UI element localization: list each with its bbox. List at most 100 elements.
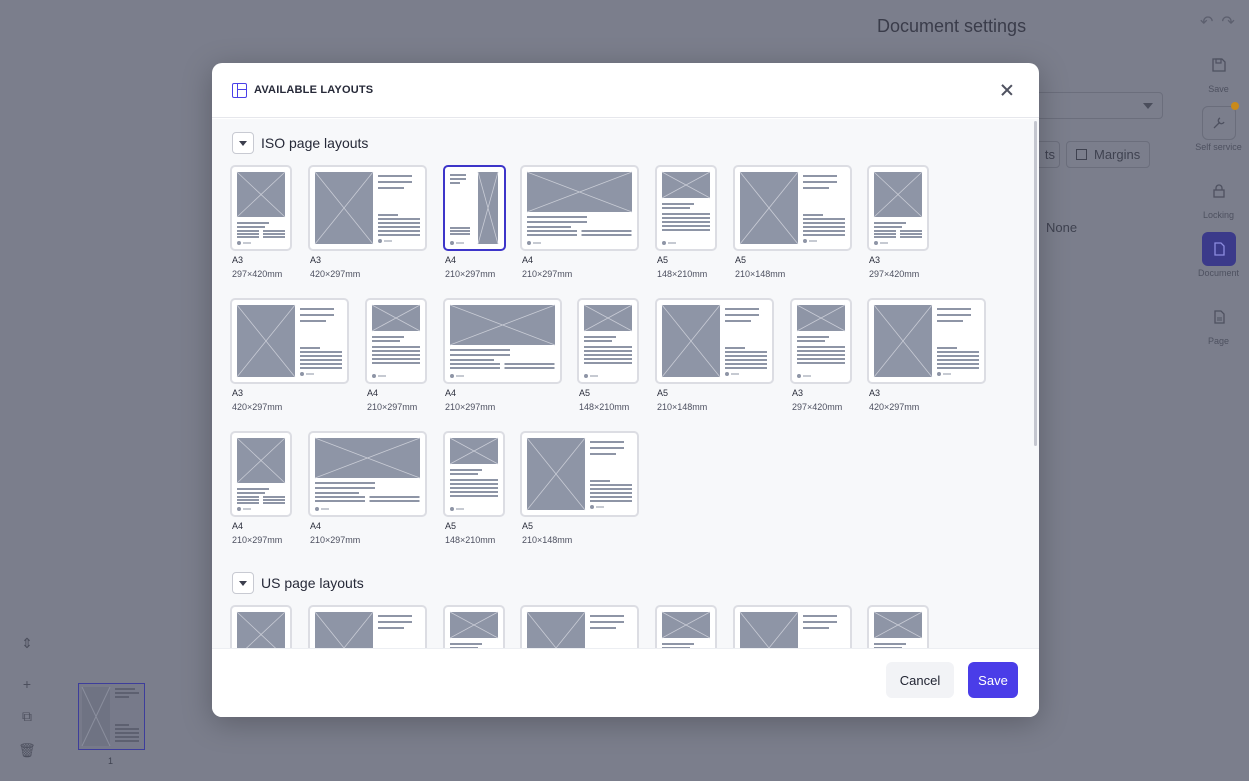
layout-preview[interactable] [443, 165, 506, 251]
iso-section-header: ISO page layouts [232, 132, 368, 154]
us-collapse-caret-icon[interactable] [232, 572, 254, 594]
layout-preview[interactable] [520, 431, 639, 517]
layout-select[interactable] [1030, 92, 1163, 119]
layout-name: A4 [310, 521, 322, 531]
rail-save[interactable]: Save [1188, 48, 1249, 94]
layout-preview[interactable] [733, 605, 852, 648]
layout-preview[interactable] [443, 298, 562, 384]
layout-preview[interactable] [867, 298, 986, 384]
chevron-down-icon [1143, 103, 1153, 109]
margins-label: Margins [1094, 147, 1141, 162]
rail-page-label: Page [1207, 336, 1230, 346]
layout-name: A5 [735, 255, 747, 265]
iso-collapse-caret-icon[interactable] [232, 132, 254, 154]
layout-size: 210×148mm [735, 269, 786, 279]
rail-locking-label: Locking [1202, 210, 1235, 220]
layout-size: 148×210mm [579, 402, 630, 412]
layout-size: 148×210mm [445, 535, 496, 545]
layout-preview[interactable] [443, 605, 505, 648]
rail-page[interactable]: Page [1188, 300, 1249, 346]
layout-preview[interactable] [308, 165, 427, 251]
document-icon [1201, 232, 1236, 266]
us-section-header: US page layouts [232, 572, 364, 594]
layout-preview[interactable] [655, 605, 717, 648]
rail-locking[interactable]: Locking [1188, 174, 1249, 220]
layout-preview[interactable] [867, 165, 929, 251]
available-layouts-dialog: AVAILABLE LAYOUTS ISO page layouts US pa… [212, 63, 1039, 717]
layout-name: A4 [232, 521, 244, 531]
cancel-button[interactable]: Cancel [886, 662, 954, 698]
layout-size: 210×148mm [657, 402, 708, 412]
layout-name: A3 [232, 388, 244, 398]
rail-self-service[interactable]: Self service [1188, 106, 1249, 152]
rail-document-label: Document [1197, 268, 1240, 278]
layout-name: A5 [657, 388, 669, 398]
dialog-footer: Cancel Save [212, 648, 1039, 717]
none-option[interactable]: None [1016, 220, 1078, 235]
redo-icon[interactable]: ↷ [1221, 12, 1234, 32]
layout-preview[interactable] [655, 298, 774, 384]
split-icon[interactable]: ⇕ [15, 634, 39, 652]
layouts-list[interactable]: ISO page layouts US page layouts A3 297×4… [212, 119, 1039, 648]
layout-name: A4 [522, 255, 534, 265]
layout-size: 297×420mm [792, 402, 843, 412]
page-number: 1 [108, 756, 114, 766]
layout-name: A5 [522, 521, 534, 531]
layout-preview[interactable] [230, 431, 292, 517]
layout-name: A5 [445, 521, 457, 531]
duplicate-icon[interactable]: ⧉ [15, 707, 39, 725]
rail-save-label: Save [1208, 84, 1229, 94]
layout-preview[interactable] [230, 605, 292, 648]
layout-preview[interactable] [308, 605, 427, 648]
margins-icon [1076, 149, 1087, 160]
layout-size: 148×210mm [657, 269, 708, 279]
add-page-icon[interactable]: + [15, 675, 39, 693]
page-thumbnail[interactable] [78, 683, 145, 750]
layout-preview[interactable] [520, 165, 639, 251]
layout-name: A3 [310, 255, 322, 265]
iso-section-title: ISO page layouts [261, 135, 369, 151]
layout-preview[interactable] [790, 298, 852, 384]
layout-preview[interactable] [230, 298, 349, 384]
layout-size: 420×297mm [310, 269, 361, 279]
lock-icon [1202, 174, 1236, 208]
layout-preview[interactable] [365, 298, 427, 384]
layout-size: 210×297mm [232, 535, 283, 545]
layout-size: 420×297mm [869, 402, 920, 412]
rail-self-service-label: Self service [1195, 142, 1242, 152]
wrench-icon [1201, 106, 1236, 140]
save-button[interactable]: Save [968, 662, 1018, 698]
us-section-title: US page layouts [261, 575, 364, 591]
layout-name: A3 [232, 255, 244, 265]
layout-name: A5 [579, 388, 591, 398]
layout-preview[interactable] [308, 431, 427, 517]
layout-preview[interactable] [230, 165, 292, 251]
layout-preview[interactable] [520, 605, 639, 648]
layout-size: 210×297mm [310, 535, 361, 545]
layout-preview[interactable] [443, 431, 505, 517]
layout-preview[interactable] [577, 298, 639, 384]
close-icon[interactable] [997, 80, 1017, 100]
layout-name: A5 [657, 255, 669, 265]
layout-preview[interactable] [867, 605, 929, 648]
layout-size: 210×297mm [367, 402, 418, 412]
dialog-header: AVAILABLE LAYOUTS [212, 63, 1039, 118]
scrollbar[interactable] [1034, 121, 1037, 446]
layout-size: 210×297mm [522, 269, 573, 279]
layout-size: 420×297mm [232, 402, 283, 412]
notification-dot [1231, 102, 1239, 110]
undo-redo-group: ↶ ↷ [1200, 12, 1235, 32]
layout-size: 297×420mm [869, 269, 920, 279]
layout-preview[interactable] [733, 165, 852, 251]
trash-icon[interactable]: 🗑 [15, 741, 39, 759]
rail-document[interactable]: Document [1188, 232, 1249, 278]
layout-size: 210×148mm [522, 535, 573, 545]
layout-size: 210×297mm [445, 402, 496, 412]
layout-name: A4 [367, 388, 379, 398]
margins-button[interactable]: Margins [1066, 141, 1151, 168]
none-label: None [1046, 220, 1078, 235]
dialog-title: AVAILABLE LAYOUTS [254, 84, 374, 96]
layout-preview[interactable] [655, 165, 717, 251]
layout-icon [232, 82, 247, 98]
undo-icon[interactable]: ↶ [1200, 12, 1213, 32]
